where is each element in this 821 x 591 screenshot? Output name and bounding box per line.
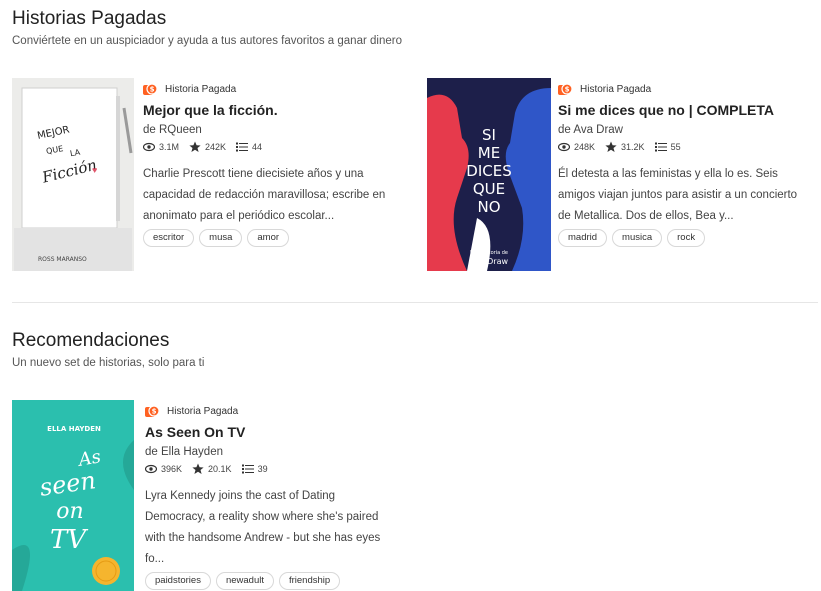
paid-badge-label: Historia Pagada	[165, 83, 237, 95]
svg-text:$: $	[152, 408, 157, 416]
cover-art: MEJOR QUE LA Ficción ROSS MARANSO ♥	[14, 87, 133, 271]
description-line: Él detesta a las feministas y ella lo es…	[558, 168, 778, 180]
list-icon	[236, 142, 249, 152]
description-line: Democracy, a reality show where she's pa…	[145, 511, 379, 523]
story-description: Él detesta a las feministas y ella lo es…	[558, 164, 818, 227]
section-subtitle-recommendations: Un nuevo set de historias, solo para ti	[12, 357, 205, 369]
story-cover[interactable]: SI ME DICES QUE NO Una historia de Ava D…	[427, 78, 551, 271]
cover-text-6: Una historia de	[470, 250, 508, 256]
eye-icon	[143, 142, 155, 152]
section-subtitle-paid: Conviértete en un auspiciador y ayuda a …	[12, 35, 402, 47]
story-card[interactable]: ELLA HAYDEN As seen on TV $ Historia Pag…	[12, 400, 412, 591]
votes-count: 31.2K	[621, 142, 645, 152]
cover-text-3: DICES	[466, 162, 511, 180]
story-stats: 248K 31.2K 55	[558, 140, 818, 154]
tag[interactable]: musa	[199, 229, 243, 247]
tag[interactable]: newadult	[215, 572, 274, 590]
cover-text-3: on	[56, 499, 83, 524]
cover-text-4: TV	[50, 525, 88, 555]
tag[interactable]: amor	[247, 229, 290, 247]
description-line: with the handsome Andrew - but she has e…	[145, 532, 381, 544]
votes-count: 20.1K	[208, 464, 232, 474]
description-line: de Metallica. Dos de ellos, Bea y...	[558, 210, 734, 222]
story-stats: 3.1M 242K 44	[143, 140, 411, 154]
paid-badge: $ Historia Pagada	[558, 82, 818, 96]
cover-text-1: SI	[482, 126, 496, 144]
story-stats: 396K 20.1K 39	[145, 462, 411, 476]
paid-badge-label: Historia Pagada	[167, 405, 239, 417]
story-card[interactable]: SI ME DICES QUE NO Una historia de Ava D…	[427, 78, 819, 273]
coin-icon: $	[558, 83, 572, 95]
story-title[interactable]: Si me dices que no | COMPLETA	[558, 102, 818, 120]
paid-badge: $ Historia Pagada	[145, 404, 411, 418]
story-author[interactable]: de RQueen	[143, 124, 411, 138]
list-icon	[241, 464, 254, 474]
heart-icon: ♥	[92, 165, 97, 175]
tag[interactable]: madrid	[558, 229, 608, 247]
story-author[interactable]: de Ella Hayden	[145, 446, 411, 460]
tag-list: paidstories newadult friendship	[145, 572, 411, 590]
story-title[interactable]: Mejor que la ficción.	[143, 102, 411, 120]
list-icon	[654, 142, 667, 152]
cover-text-3: LA	[69, 148, 81, 159]
cover-text-2: ME	[478, 144, 500, 162]
description-line: Lyra Kennedy joins the cast of Dating	[145, 490, 336, 502]
star-icon	[189, 141, 201, 152]
description-line: anonimato para el periódico escolar...	[143, 210, 335, 222]
cover-author: ELLA HAYDEN	[47, 425, 101, 433]
section-divider	[12, 302, 818, 303]
cover-art: ELLA HAYDEN As seen on TV	[12, 400, 134, 591]
story-author[interactable]: de Ava Draw	[558, 124, 818, 138]
story-title[interactable]: As Seen On TV	[145, 424, 411, 442]
description-line: amigos viajan juntos para asistir a un c…	[558, 189, 798, 201]
description-line: capacidad de redacción maravillosa; escr…	[143, 189, 386, 201]
tag[interactable]: escritor	[143, 229, 195, 247]
cover-text-4: QUE	[473, 180, 505, 198]
reads-count: 248K	[574, 142, 596, 152]
cover-art: SI ME DICES QUE NO Una historia de Ava D…	[427, 78, 551, 271]
star-icon	[192, 463, 204, 474]
eye-icon	[145, 464, 157, 474]
section-title-paid: Historias Pagadas	[12, 8, 167, 29]
eye-icon	[558, 142, 570, 152]
cover-author: Ava Draw	[470, 257, 509, 266]
tag[interactable]: rock	[667, 229, 706, 247]
description-line: fo...	[145, 553, 165, 565]
tag[interactable]: friendship	[278, 572, 341, 590]
story-cover[interactable]: ELLA HAYDEN As seen on TV	[12, 400, 134, 591]
tag-list: escritor musa amor	[143, 229, 411, 247]
parts-count: 39	[257, 464, 268, 474]
cover-text-5: NO	[477, 198, 500, 216]
svg-text:$: $	[565, 86, 570, 94]
star-icon	[605, 141, 617, 152]
svg-text:$: $	[150, 86, 155, 94]
paid-badge: $ Historia Pagada	[143, 82, 411, 96]
coin-icon: $	[143, 83, 157, 95]
coin-icon: $	[145, 405, 159, 417]
tag[interactable]: paidstories	[145, 572, 211, 590]
cover-author: ROSS MARANSO	[38, 256, 87, 263]
section-title-recommendations: Recomendaciones	[12, 330, 170, 351]
parts-count: 55	[670, 142, 681, 152]
reads-count: 396K	[161, 464, 183, 474]
paid-badge-label: Historia Pagada	[580, 83, 652, 95]
parts-count: 44	[252, 142, 263, 152]
tag-list: madrid musica rock	[558, 229, 818, 247]
description-line: Charlie Prescott tiene diecisiete años y…	[143, 168, 364, 180]
story-card[interactable]: MEJOR QUE LA Ficción ROSS MARANSO ♥ $ Hi…	[12, 78, 412, 273]
tag[interactable]: musica	[612, 229, 663, 247]
story-description: Lyra Kennedy joins the cast of Dating De…	[145, 486, 411, 570]
votes-count: 242K	[205, 142, 227, 152]
story-description: Charlie Prescott tiene diecisiete años y…	[143, 164, 411, 227]
story-cover[interactable]: MEJOR QUE LA Ficción ROSS MARANSO ♥	[12, 78, 134, 271]
reads-count: 3.1M	[159, 142, 180, 152]
